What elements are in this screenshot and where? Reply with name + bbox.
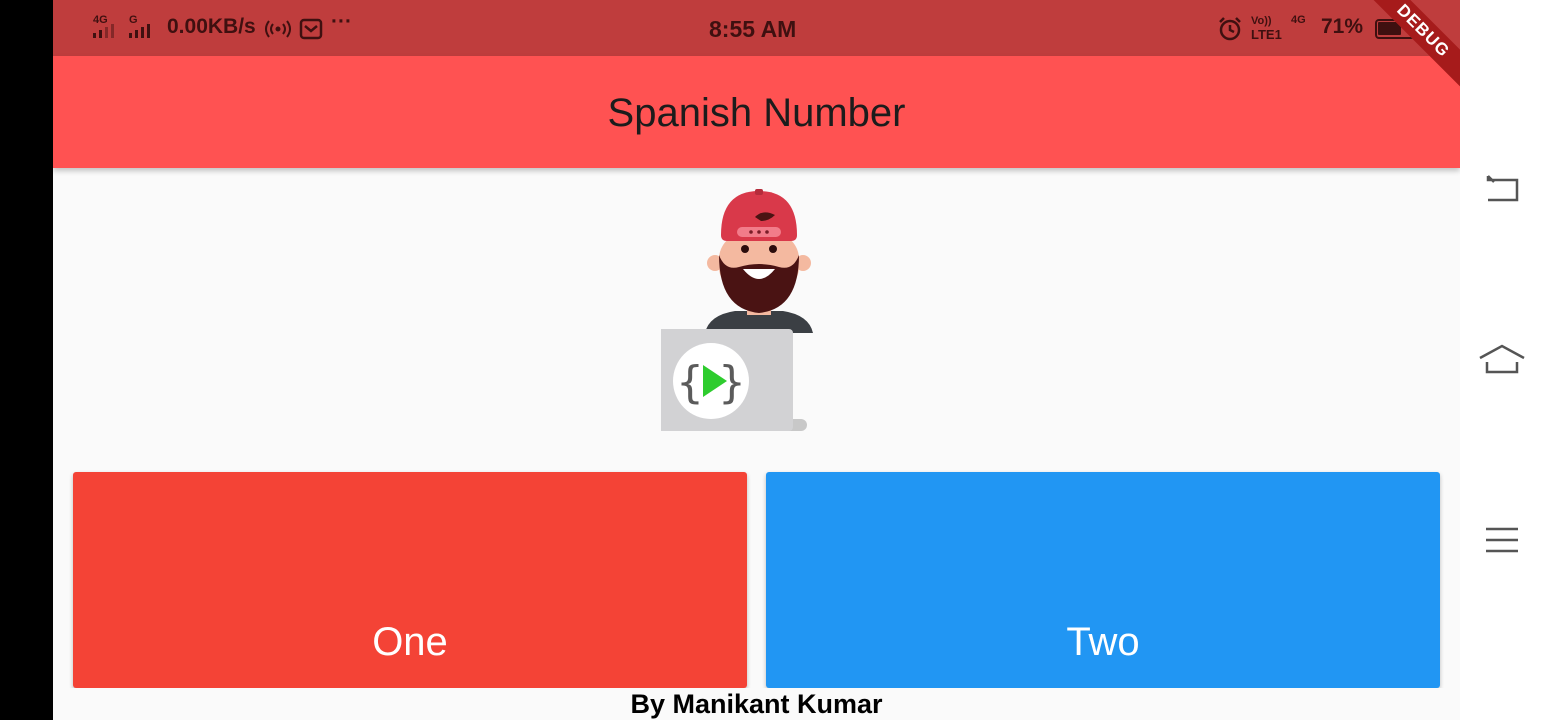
home-icon[interactable]: [1474, 332, 1530, 388]
mail-icon: [299, 18, 323, 40]
status-bar: 4G G 0.00KB/s ··· 8:55 AM Vo)) LTE1 4G 7…: [53, 0, 1460, 56]
alarm-icon: [1219, 17, 1241, 41]
one-button-label: One: [372, 620, 448, 664]
one-button[interactable]: One: [73, 472, 747, 688]
network-speed: 0.00KB/s: [167, 15, 256, 38]
menu-icon[interactable]: [1474, 512, 1530, 568]
two-button-label: Two: [1066, 620, 1140, 664]
clock: 8:55 AM: [709, 16, 797, 42]
author-credit: By Manikant Kumar: [53, 688, 1460, 720]
lte-label: LTE1: [1251, 27, 1282, 42]
signal-1-icon: [93, 24, 123, 38]
hotspot-icon: [265, 20, 291, 38]
more-notifications-icon: ···: [331, 10, 352, 33]
back-icon[interactable]: [1474, 162, 1530, 218]
app-screen: 4G G 0.00KB/s ··· 8:55 AM Vo)) LTE1 4G 7…: [53, 0, 1460, 720]
page-title: Spanish Number: [607, 91, 906, 135]
signal-2-icon: [129, 24, 159, 38]
battery-percent: 71%: [1321, 15, 1364, 38]
left-bezel: [0, 0, 53, 720]
volte-label: Vo)): [1251, 15, 1272, 27]
developer-avatar-image: { }: [661, 189, 813, 431]
network-type-3: 4G: [1291, 14, 1306, 26]
two-button[interactable]: Two: [766, 472, 1440, 688]
navigation-bar: [1460, 0, 1544, 720]
